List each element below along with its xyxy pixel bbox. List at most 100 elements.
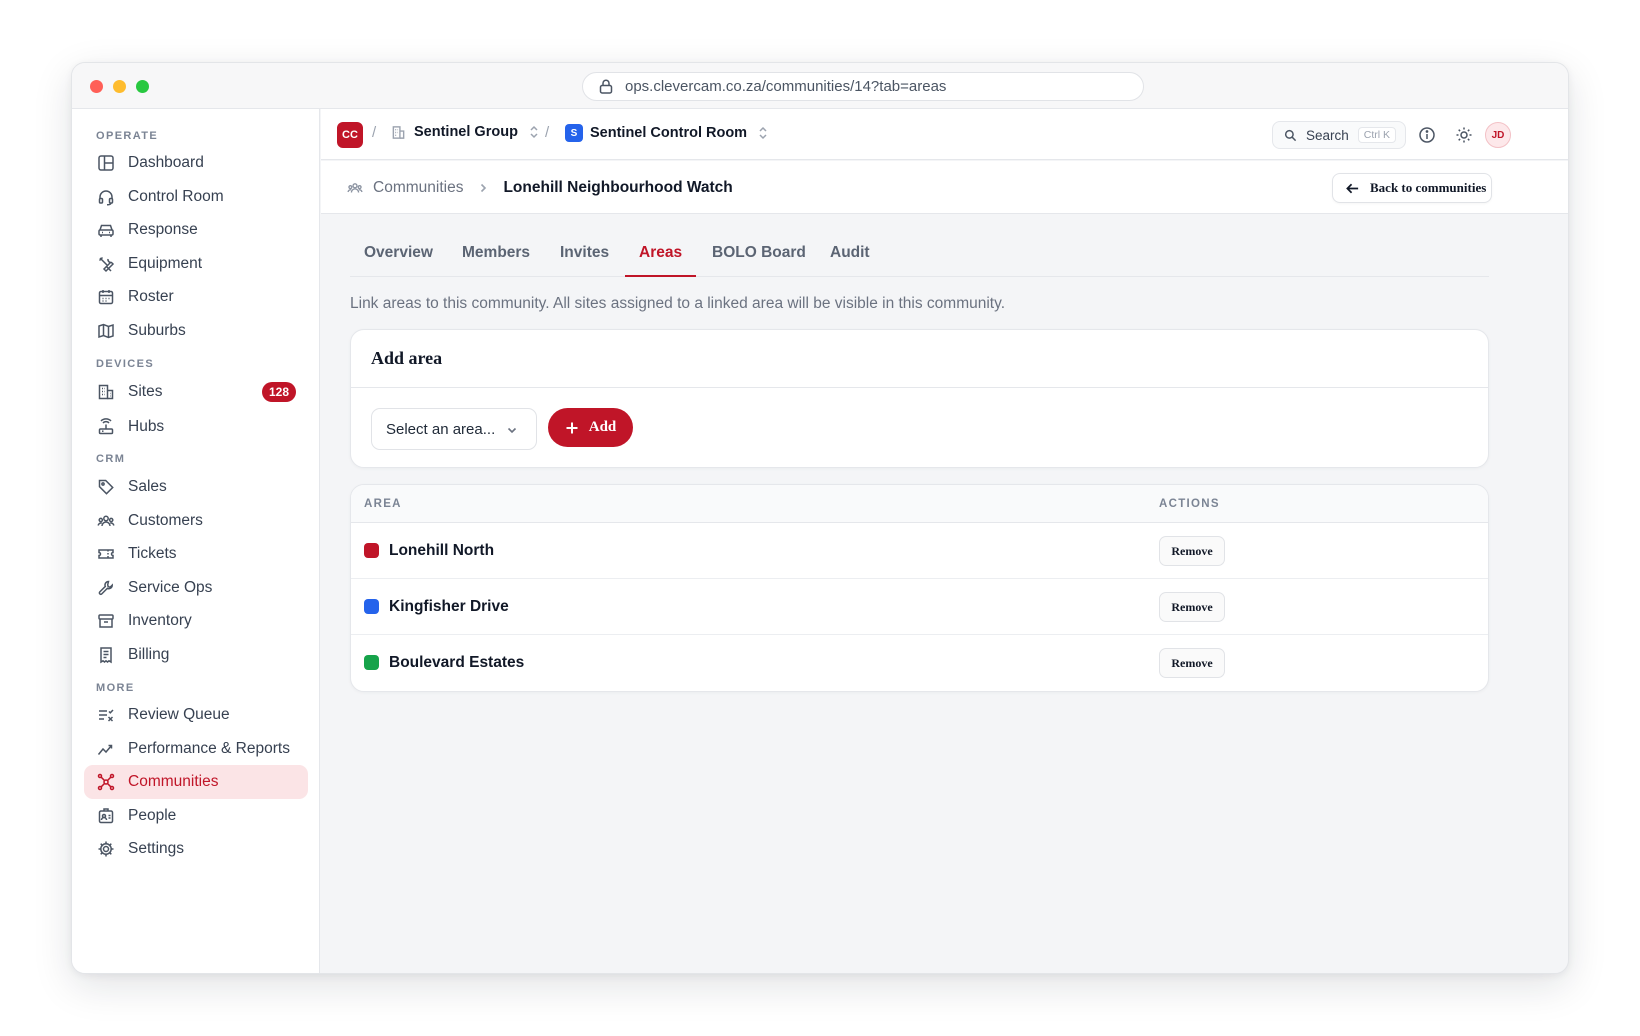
sidebar-item-response[interactable]: Response (84, 213, 308, 247)
section-label-more: MORE (96, 682, 135, 694)
sidebar-item-label: Sites (128, 383, 163, 400)
sites-count-badge: 128 (261, 382, 296, 402)
close-window-button[interactable] (90, 80, 103, 93)
areas-table: AREA ACTIONS Lonehill North Remove Kingf… (350, 484, 1489, 692)
tab-areas[interactable]: Areas (625, 238, 697, 277)
sidebar-item-label: Customers (128, 512, 203, 529)
trend-icon (97, 744, 113, 755)
back-button-label: Back to communities (1370, 180, 1487, 195)
search-shortcut: Ctrl K (1357, 127, 1397, 143)
map-icon (98, 323, 114, 339)
column-header-actions: ACTIONS (1159, 498, 1220, 510)
sidebar-item-tickets[interactable]: Tickets (84, 537, 308, 571)
search-button[interactable]: Search Ctrl K (1272, 121, 1406, 149)
sidebar-item-settings[interactable]: Settings (84, 832, 308, 866)
chevron-down-icon (507, 427, 517, 434)
remove-area-button[interactable]: Remove (1159, 536, 1225, 566)
tab-audit[interactable]: Audit (816, 238, 884, 277)
wrench-icon (98, 580, 113, 596)
area-select[interactable]: Select an area... (371, 408, 537, 450)
sidebar-item-roster[interactable]: Roster (84, 280, 308, 314)
sidebar-item-performance-reports[interactable]: Performance & Reports (84, 732, 308, 766)
minimize-window-button[interactable] (113, 80, 126, 93)
sidebar-item-label: Response (128, 221, 198, 238)
sidebar-item-hubs[interactable]: Hubs (84, 410, 308, 444)
sidebar-item-inventory[interactable]: Inventory (84, 604, 308, 638)
add-area-title: Add area (351, 330, 1488, 388)
sidebar-item-label: Service Ops (128, 579, 213, 596)
address-bar[interactable]: ops.clevercam.co.za/communities/14?tab=a… (582, 72, 1144, 101)
archive-icon (98, 614, 114, 628)
browser-window: ops.clevercam.co.za/communities/14?tab=a… (71, 62, 1569, 974)
org-name: Sentinel Group (414, 124, 518, 140)
sidebar-item-dashboard[interactable]: Dashboard (84, 146, 308, 180)
building-icon (392, 125, 405, 139)
calendar-icon (98, 290, 114, 305)
sidebar-item-label: Performance & Reports (128, 740, 290, 757)
breadcrumb: Communities Lonehill Neighbourhood Watch (347, 179, 733, 197)
sidebar-item-label: Billing (128, 646, 170, 663)
maximize-window-button[interactable] (136, 80, 149, 93)
area-name: Kingfisher Drive (389, 598, 509, 615)
tab-bolo-board[interactable]: BOLO Board (698, 238, 820, 277)
sidebar-item-billing[interactable]: Billing (84, 638, 308, 672)
search-label: Search (1306, 127, 1349, 143)
area-color-swatch (364, 599, 379, 614)
org-switcher[interactable]: Sentinel Group (391, 124, 540, 140)
url-text: ops.clevercam.co.za/communities/14?tab=a… (625, 78, 947, 95)
add-button-label: Add (588, 419, 617, 435)
table-row: Boulevard Estates Remove (351, 635, 1488, 691)
user-avatar[interactable]: JD (1485, 122, 1511, 148)
add-area-card: Add area Select an area... Add (350, 329, 1489, 468)
id-badge-icon (98, 808, 114, 824)
tag-icon (98, 479, 114, 495)
control-room-logo: S (565, 124, 583, 142)
sidebar-item-control-room[interactable]: Control Room (84, 180, 308, 214)
tab-members[interactable]: Members (448, 238, 544, 277)
tab-overview[interactable]: Overview (350, 238, 447, 277)
sidebar-item-label: Review Queue (128, 706, 230, 723)
column-header-area: AREA (364, 498, 402, 510)
sidebar-item-label: Dashboard (128, 154, 204, 171)
back-to-communities-button[interactable]: Back to communities (1332, 173, 1492, 203)
section-label-devices: DEVICES (96, 358, 155, 370)
sidebar-item-communities[interactable]: Communities (84, 765, 308, 799)
control-room-name: Sentinel Control Room (590, 125, 748, 141)
area-color-swatch (364, 655, 379, 670)
headset-icon (98, 190, 114, 206)
add-area-button[interactable]: Add (548, 408, 633, 447)
control-room-switcher[interactable]: S Sentinel Control Room (565, 124, 769, 142)
layout-icon (98, 155, 114, 171)
area-color-swatch (364, 543, 379, 558)
remove-area-button[interactable]: Remove (1159, 648, 1225, 678)
sidebar-item-label: Settings (128, 840, 185, 857)
remove-area-button[interactable]: Remove (1159, 592, 1225, 622)
sidebar-item-label: Tickets (128, 545, 177, 562)
sidebar-item-equipment[interactable]: Equipment (84, 247, 308, 281)
tab-invites[interactable]: Invites (546, 238, 623, 277)
users-icon (347, 183, 363, 193)
sidebar-item-label: Suburbs (128, 322, 186, 339)
page-title: Lonehill Neighbourhood Watch (503, 179, 733, 196)
area-name: Boulevard Estates (389, 654, 525, 671)
sidebar-item-review-queue[interactable]: Review Queue (84, 698, 308, 732)
sidebar-item-service-ops[interactable]: Service Ops (84, 571, 308, 605)
table-row: Lonehill North Remove (351, 523, 1488, 579)
section-label-crm: CRM (96, 453, 126, 465)
sidebar-item-sales[interactable]: Sales (84, 470, 308, 504)
sidebar-item-customers[interactable]: Customers (84, 504, 308, 538)
sidebar-item-label: Equipment (128, 255, 203, 272)
info-icon[interactable] (1418, 126, 1436, 144)
section-label-operate: OPERATE (96, 130, 159, 142)
sidebar-item-label: Inventory (128, 612, 192, 629)
sidebar-item-people[interactable]: People (84, 799, 308, 833)
sidebar-item-sites[interactable]: Sites 128 (84, 375, 308, 409)
page-header: Communities Lonehill Neighbourhood Watch… (321, 161, 1568, 214)
sidebar-item-label: Hubs (128, 418, 165, 435)
breadcrumb-communities-link[interactable]: Communities (373, 179, 463, 197)
list-check-icon (99, 709, 114, 722)
sidebar-item-suburbs[interactable]: Suburbs (84, 314, 308, 348)
area-name: Lonehill North (389, 542, 495, 559)
sun-icon[interactable] (1455, 126, 1473, 144)
title-bar: ops.clevercam.co.za/communities/14?tab=a… (72, 63, 1568, 109)
